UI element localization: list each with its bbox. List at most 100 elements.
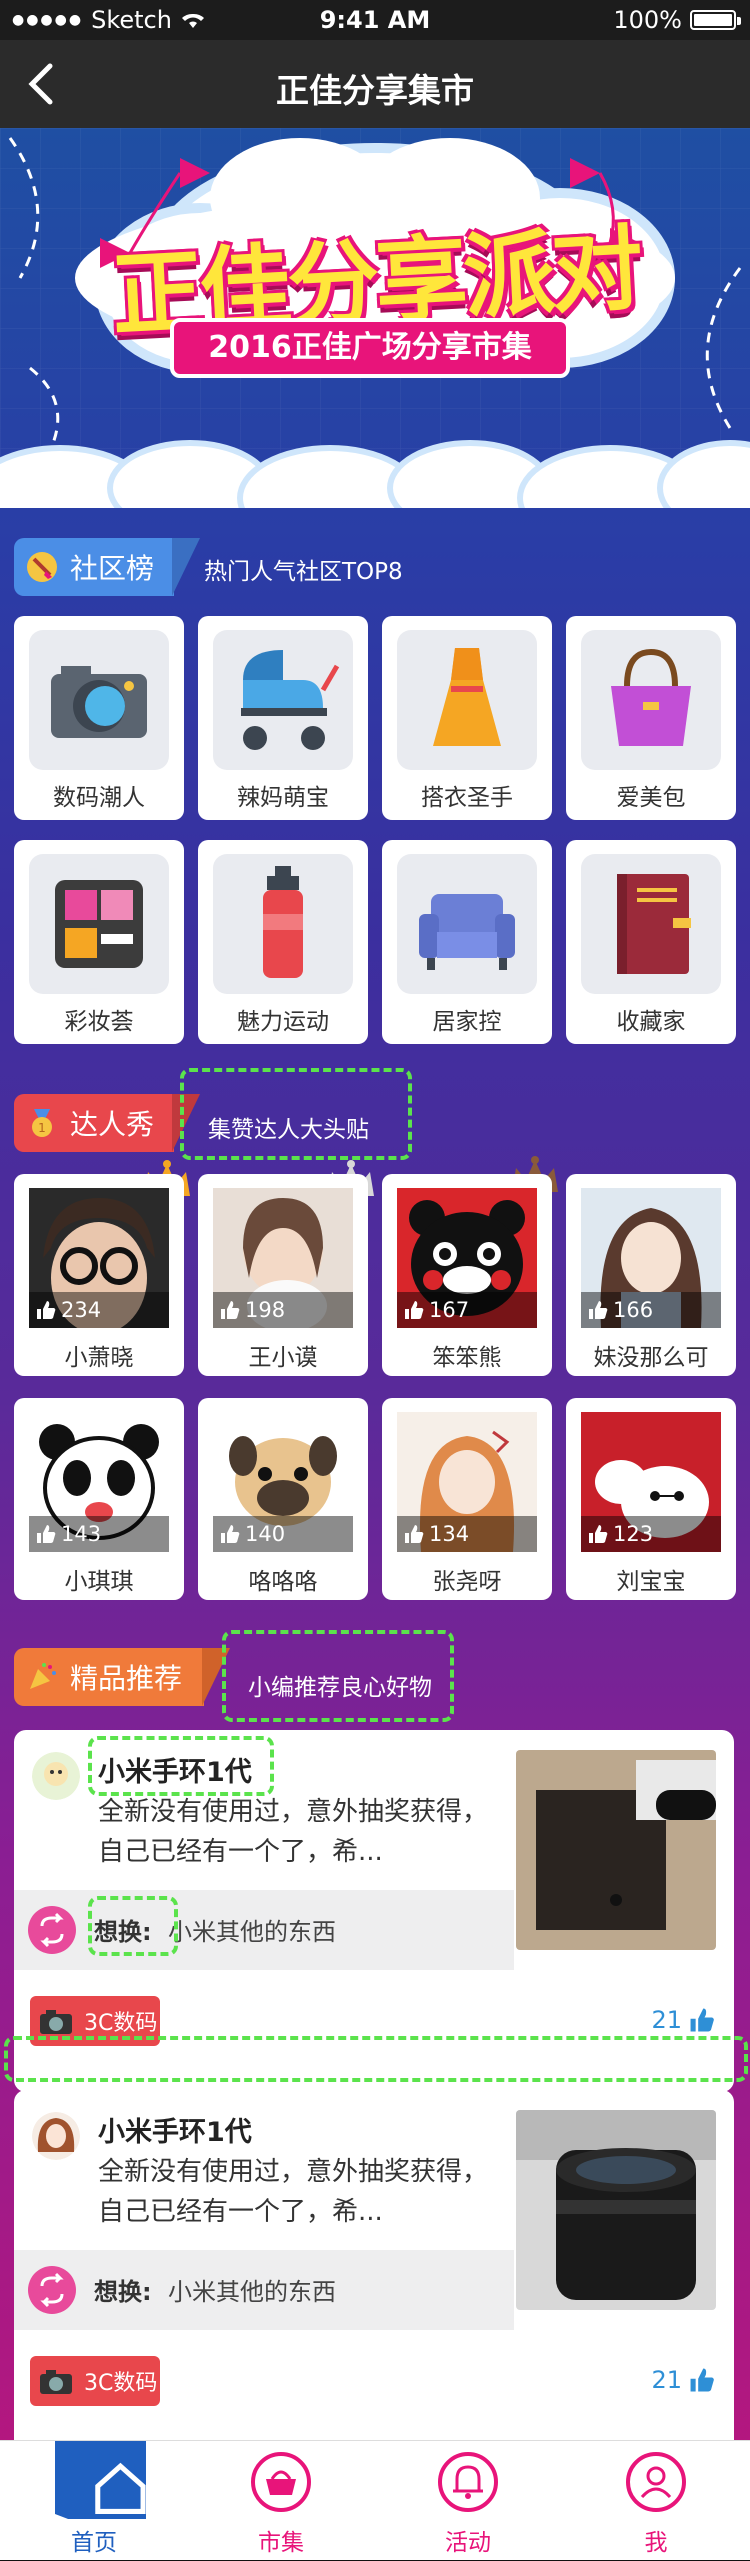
talent-card[interactable]: 198 王小谟 (198, 1174, 368, 1376)
talent-card[interactable]: 166 妹没那么可 (566, 1174, 736, 1376)
post-image-band-box[interactable] (516, 1750, 716, 1950)
product-post[interactable]: 小米手环1代 全新没有使用过，意外抽奖获得，自己已经有一个了，希... 想换: … (14, 2090, 734, 2452)
home-icon (55, 2441, 146, 2519)
category-card[interactable]: 魅力运动 (198, 840, 368, 1044)
banner-ribbon: 2016正佳广场分享市集 (170, 318, 570, 378)
thumbs-up-icon (589, 1525, 608, 1543)
category-card[interactable]: 爱美包 (566, 616, 736, 820)
talent-section-tag: 1 达人秀 (14, 1094, 174, 1152)
post-like-count[interactable]: 21 (651, 2366, 716, 2394)
swap-icon (28, 2266, 76, 2314)
tab-label: 首页 (71, 2530, 117, 2556)
tab-label: 市集 (258, 2530, 304, 2556)
talent-name: 小萧晓 (64, 1345, 134, 1371)
tab-home[interactable]: 首页 (0, 2441, 188, 2561)
svg-text:1: 1 (38, 1121, 46, 1135)
like-count: 198 (213, 1292, 353, 1328)
tag-tail (172, 538, 200, 596)
category-card[interactable]: 居家控 (382, 840, 552, 1044)
thumbs-up-icon (405, 1301, 424, 1319)
post-description: 全新没有使用过，意外抽奖获得，自己已经有一个了，希... (98, 2157, 489, 2227)
highlight-box (180, 1068, 412, 1160)
community-subtitle: 热门人气社区TOP8 (204, 559, 403, 585)
category-label: 彩妆荟 (64, 1009, 134, 1035)
category-label: 辣妈萌宝 (237, 785, 329, 811)
talent-name: 刘宝宝 (616, 1569, 686, 1595)
category-label: 搭衣圣手 (421, 785, 513, 811)
user-icon (626, 2452, 686, 2512)
thumbs-up-icon (37, 1301, 56, 1319)
stroller-icon (213, 630, 353, 770)
talent-name: 妹没那么可 (593, 1345, 709, 1371)
girl-glasses-photo: 234 (29, 1188, 169, 1328)
category-tag[interactable]: 3C数码 (30, 2356, 160, 2406)
community-section-tag: 社区榜 (14, 538, 174, 596)
tab-me[interactable]: 我 (562, 2441, 750, 2561)
makeup-palette-icon (29, 854, 169, 994)
basket-icon (251, 2452, 311, 2512)
category-label: 魅力运动 (237, 1009, 329, 1035)
post-image-lens[interactable] (516, 2110, 716, 2310)
swap-icon (28, 1906, 76, 1954)
pug-photo: 140 (213, 1412, 353, 1552)
community-tag-label: 社区榜 (70, 552, 155, 585)
camera-icon (29, 630, 169, 770)
user-avatar[interactable] (32, 1752, 80, 1800)
swap-row: 想换: 小米其他的东西 (14, 2250, 514, 2330)
anime-girl-2-photo: 134 (397, 1412, 537, 1552)
anime-girl-photo: 166 (581, 1188, 721, 1328)
category-card[interactable]: 数码潮人 (14, 616, 184, 820)
kumamon-photo: 167 (397, 1188, 537, 1328)
talent-tag-label: 达人秀 (70, 1108, 155, 1141)
thumbs-up-icon (405, 1525, 424, 1543)
picks-section-tag: 精品推荐 (14, 1648, 204, 1706)
bell-icon (438, 2452, 498, 2512)
user-avatar[interactable] (32, 2112, 80, 2160)
talent-name: 张尧呀 (432, 1569, 502, 1595)
category-card[interactable]: 彩妆荟 (14, 840, 184, 1044)
talent-card[interactable]: 234 小萧晓 (14, 1174, 184, 1376)
talent-card[interactable]: 134 张尧呀 (382, 1398, 552, 1600)
thumbs-up-icon (589, 1301, 608, 1319)
category-card[interactable]: 收藏家 (566, 840, 736, 1044)
highlight-box (4, 2036, 748, 2082)
highlight-box (222, 1630, 454, 1722)
post-like-count[interactable]: 21 (651, 2006, 716, 2034)
like-count: 167 (397, 1292, 537, 1328)
category-label: 数码潮人 (53, 785, 145, 811)
thumbs-up-icon (690, 2008, 714, 2032)
like-count: 234 (29, 1292, 169, 1328)
like-count: 166 (581, 1292, 721, 1328)
girl-cat-photo: 198 (213, 1188, 353, 1328)
tab-events[interactable]: 活动 (374, 2441, 562, 2561)
like-count: 123 (581, 1516, 721, 1552)
broom-icon (27, 552, 57, 582)
thumbs-up-icon (221, 1525, 240, 1543)
talent-card[interactable]: 140 咯咯咯 (198, 1398, 368, 1600)
swap-text: 小米其他的东西 (168, 1918, 336, 1946)
handbag-icon (581, 630, 721, 770)
category-label: 收藏家 (616, 1009, 686, 1035)
tab-market[interactable]: 市集 (187, 2441, 375, 2561)
talent-name: 王小谟 (248, 1345, 318, 1371)
category-card[interactable]: 辣妈萌宝 (198, 616, 368, 820)
post-description: 全新没有使用过，意外抽奖获得，自己已经有一个了，希... (98, 1797, 489, 1867)
camera-icon (40, 2010, 72, 2034)
talent-card[interactable]: 143 小琪琪 (14, 1398, 184, 1600)
book-icon (581, 854, 721, 994)
panda-cartoon-photo: 143 (29, 1412, 169, 1552)
picks-tag-label: 精品推荐 (70, 1662, 183, 1695)
talent-card[interactable]: 167 笨笨熊 (382, 1174, 552, 1376)
baymax-photo: 123 (581, 1412, 721, 1552)
event-banner[interactable]: 正佳分享派对 2016正佳广场分享市集 (0, 128, 750, 508)
category-label: 居家控 (432, 1009, 502, 1035)
dress-icon (397, 630, 537, 770)
category-card[interactable]: 搭衣圣手 (382, 616, 552, 820)
tab-bar: 首页 市集 活动 我 (0, 2440, 750, 2560)
battery-icon (690, 10, 741, 30)
highlight-box (88, 1736, 274, 1796)
talent-card[interactable]: 123 刘宝宝 (566, 1398, 736, 1600)
swap-text: 小米其他的东西 (168, 2278, 336, 2306)
post-title[interactable]: 小米手环1代 (98, 2110, 252, 2149)
sofa-icon (397, 854, 537, 994)
